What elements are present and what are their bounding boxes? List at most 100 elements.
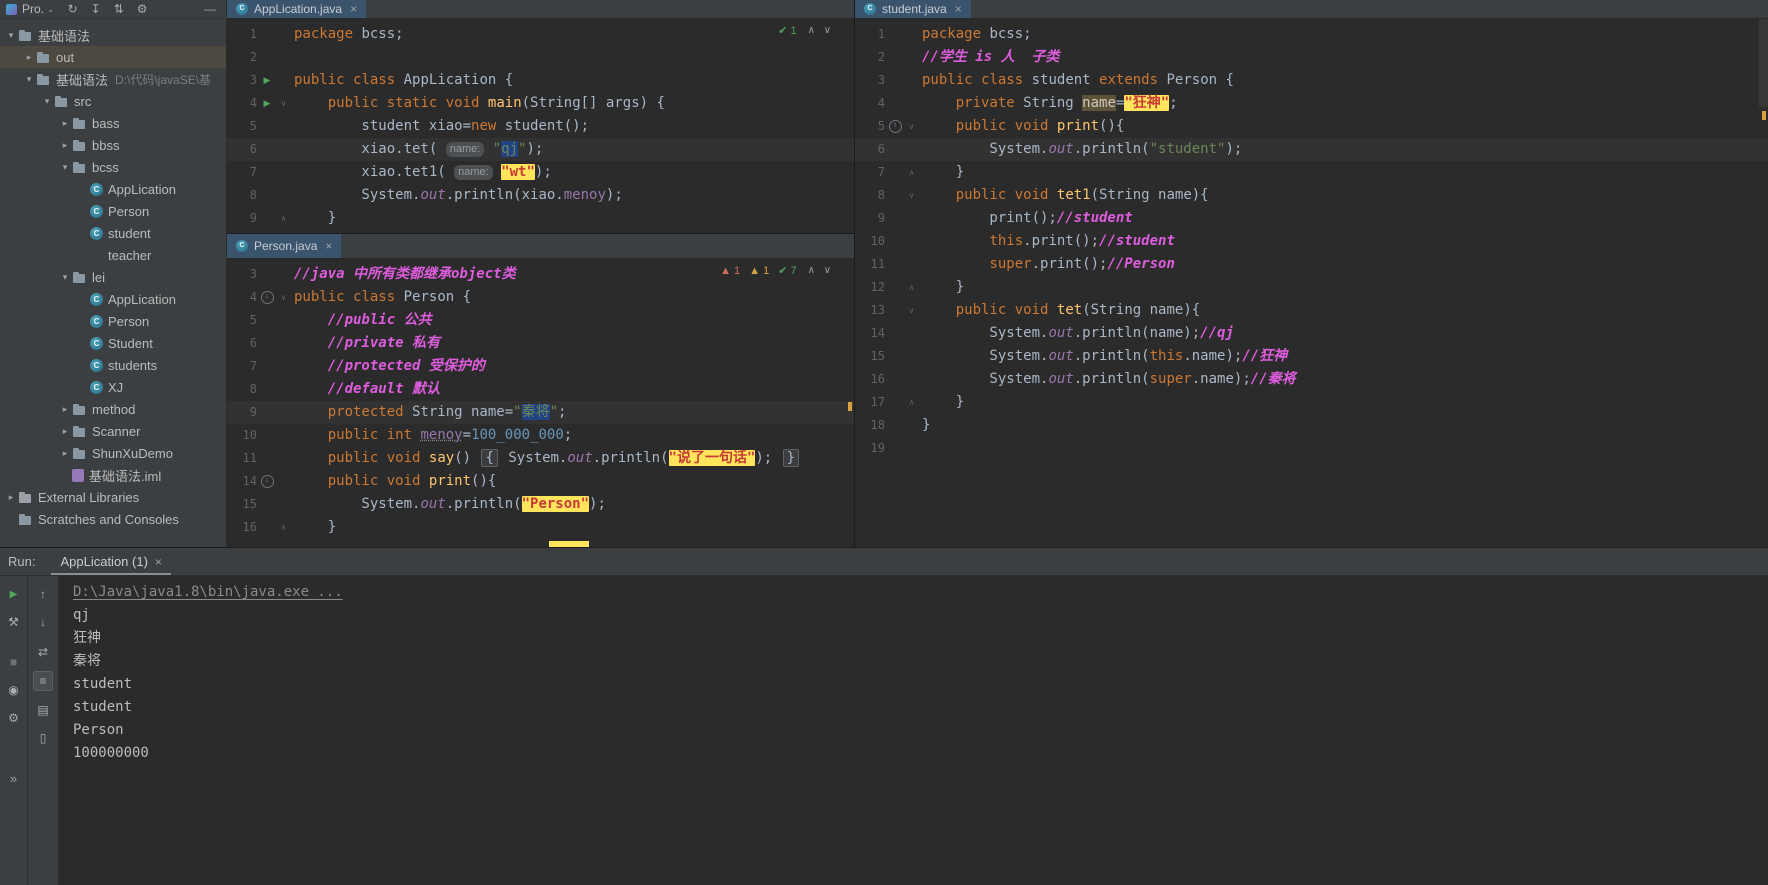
tree-item-lei-person[interactable]: C Person xyxy=(0,310,226,332)
code-line[interactable]: 2 //学生 is 人 子类 xyxy=(855,46,1768,69)
chevron-icon[interactable]: ▸ xyxy=(58,118,72,129)
chevron-icon[interactable]: ▸ xyxy=(58,140,72,151)
code-area-applcation[interactable]: ✔ 1 ∧ ∨ 1 package bcss; 2 3 ▶ public class App… xyxy=(227,19,854,233)
download-icon[interactable]: ↧ xyxy=(91,2,101,16)
tab-person-java[interactable]: C Person.java × xyxy=(227,234,342,258)
chevron-icon[interactable]: ▸ xyxy=(58,426,72,437)
code-line[interactable]: 6 System.out.println("student"); xyxy=(855,138,1768,161)
wrench-icon[interactable]: ⚒ xyxy=(5,613,23,631)
scroll-end-icon[interactable]: ≡ xyxy=(33,671,53,691)
fold-icon[interactable]: ∨ xyxy=(905,184,918,207)
code-line[interactable]: 7 ∧ } xyxy=(855,161,1768,184)
override-icon[interactable]: ↓ xyxy=(257,286,277,309)
code-line[interactable]: 3 ▶ public class AppLication { xyxy=(227,69,854,92)
chevron-icon[interactable]: ▾ xyxy=(22,74,36,85)
chevron-icon[interactable]: ▾ xyxy=(58,162,72,173)
gear-icon[interactable]: ⚙ xyxy=(5,709,23,727)
tree-item-src[interactable]: ▾ src xyxy=(0,90,226,112)
inspection-warn[interactable]: ▲ 1 xyxy=(749,265,769,277)
code-line[interactable]: 5 student xiao=new student(); xyxy=(227,115,854,138)
fold-icon[interactable]: ∧ xyxy=(905,391,918,414)
inspection-ok[interactable]: ✔ 1 xyxy=(778,24,796,37)
tree-item-bcss-student[interactable]: Cstudent xyxy=(0,222,226,244)
chevron-icon[interactable]: ▾ xyxy=(40,96,54,107)
tree-item-bass[interactable]: ▸ bass xyxy=(0,112,226,134)
restart-icon[interactable]: ⇄ xyxy=(34,643,52,661)
code-line[interactable]: 8 ∨ public void tet1(String name){ xyxy=(855,184,1768,207)
tree-item-external-libraries[interactable]: ▸ External Libraries xyxy=(0,486,226,508)
tree-item-method[interactable]: ▸ method xyxy=(0,398,226,420)
code-line[interactable]: 13 ∨ public void tet(String name){ xyxy=(855,299,1768,322)
chevron-icon[interactable]: ▾ xyxy=(58,272,72,283)
chevron-icon[interactable]: ▾ xyxy=(4,30,18,41)
compare-icon[interactable]: ⇅ xyxy=(114,2,124,16)
fold-icon[interactable]: ∨ xyxy=(277,286,290,309)
code-line[interactable]: 4 ↓ ∨ public class Person { xyxy=(227,286,854,309)
hide-icon[interactable]: — xyxy=(204,2,216,16)
tree-item-lei-applcation[interactable]: C AppLication xyxy=(0,288,226,310)
fold-icon[interactable]: ∨ xyxy=(277,92,290,115)
chevron-down-icon[interactable]: ⌄ xyxy=(47,4,55,15)
tree-item-bbss[interactable]: ▸ bbss xyxy=(0,134,226,156)
close-icon[interactable]: × xyxy=(325,239,332,253)
chevron-icon[interactable]: ▸ xyxy=(58,404,72,415)
code-line[interactable]: 18} xyxy=(855,414,1768,437)
scrollbar-mark[interactable] xyxy=(1762,111,1766,120)
code-line[interactable]: 14 ↓ public void print(){ xyxy=(227,470,854,493)
fold-icon[interactable]: ∧ xyxy=(277,516,290,539)
tree-item-scanner[interactable]: ▸ Scanner xyxy=(0,420,226,442)
code-line[interactable]: 2 xyxy=(227,46,854,69)
override-icon[interactable]: ↑ xyxy=(885,115,905,138)
trash-icon[interactable]: ▯ xyxy=(34,729,52,747)
scrollbar-mark[interactable] xyxy=(848,402,852,411)
chevron-icon[interactable]: ▸ xyxy=(58,448,72,459)
print-icon[interactable]: ▤ xyxy=(34,701,52,719)
code-line[interactable]: 15 System.out.println(this.name);//狂神 xyxy=(855,345,1768,368)
code-line[interactable]: 15 System.out.println("Person"); xyxy=(227,493,854,516)
code-line[interactable]: 9 protected String name="秦将"; xyxy=(227,401,854,424)
scrollbar-thumb[interactable] xyxy=(1759,19,1768,107)
tree-item-root[interactable]: ▾ 基础语法 xyxy=(0,24,226,46)
code-line[interactable]: 4 private String name="狂神"; xyxy=(855,92,1768,115)
code-line[interactable]: 5 ↑ ∨ public void print(){ xyxy=(855,115,1768,138)
tree-item-iml[interactable]: 基础语法.iml xyxy=(0,464,226,486)
code-line[interactable]: 14 System.out.println(name);//qj xyxy=(855,322,1768,345)
code-line[interactable]: 10 public int menoy=100_000_000; xyxy=(227,424,854,447)
code-line[interactable]: 11 public void say() { System.out.printl… xyxy=(227,447,854,470)
rerun-icon[interactable]: ▶ xyxy=(5,585,23,603)
inspection-nav-arrows[interactable]: ∧ ∨ xyxy=(808,265,834,276)
fold-icon[interactable]: ∧ xyxy=(905,276,918,299)
code-line[interactable]: 3 public class student extends Person { xyxy=(855,69,1768,92)
code-line[interactable]: 8 System.out.println(xiao.menoy); xyxy=(227,184,854,207)
tree-item-shunxudemo[interactable]: ▸ ShunXuDemo xyxy=(0,442,226,464)
tree-item-out[interactable]: ▸ out xyxy=(0,46,226,68)
override-icon[interactable]: ↓ xyxy=(257,470,277,493)
code-line[interactable]: 7 //protected 受保护的 xyxy=(227,355,854,378)
camera-icon[interactable]: ◉ xyxy=(5,681,23,699)
tree-item-lei[interactable]: ▾ lei xyxy=(0,266,226,288)
code-line[interactable]: 1 package bcss; xyxy=(227,23,854,46)
code-line[interactable]: 16 System.out.println(super.name);//秦将 xyxy=(855,368,1768,391)
project-widget[interactable]: Pro. xyxy=(22,2,44,16)
run-icon[interactable]: ▶ xyxy=(257,69,277,92)
close-icon[interactable]: × xyxy=(350,2,357,16)
expand-icon[interactable]: » xyxy=(5,769,23,787)
tree-item-lei-xj[interactable]: C XJ xyxy=(0,376,226,398)
tab-student-java[interactable]: C student.java × xyxy=(855,0,971,18)
tree-item-lei-students[interactable]: Cstudents xyxy=(0,354,226,376)
tree-item-scratches[interactable]: Scratches and Consoles xyxy=(0,508,226,530)
settings-icon[interactable]: ⚙ xyxy=(137,2,148,16)
code-area-student[interactable]: 1 package bcss; 2 //学生 is 人 子类 3 public class… xyxy=(855,19,1768,547)
tree-item-bcss[interactable]: ▾ bcss xyxy=(0,156,226,178)
inspection-warn-red[interactable]: ▲ 1 xyxy=(720,265,740,277)
close-icon[interactable]: × xyxy=(955,2,962,16)
chevron-icon[interactable]: ▸ xyxy=(4,492,18,503)
code-line[interactable]: 6 xiao.tet( name: "qj"); xyxy=(227,138,854,161)
code-line[interactable]: 9 ∧ } xyxy=(227,207,854,230)
code-line[interactable]: 6 //private 私有 xyxy=(227,332,854,355)
inspection-nav-arrows[interactable]: ∧ ∨ xyxy=(808,25,834,36)
tree-item-bcss-person[interactable]: C Person xyxy=(0,200,226,222)
tree-item-lei-student[interactable]: C Student xyxy=(0,332,226,354)
code-line[interactable]: 16 ∧ } xyxy=(227,516,854,539)
fold-icon[interactable]: ∨ xyxy=(905,115,918,138)
